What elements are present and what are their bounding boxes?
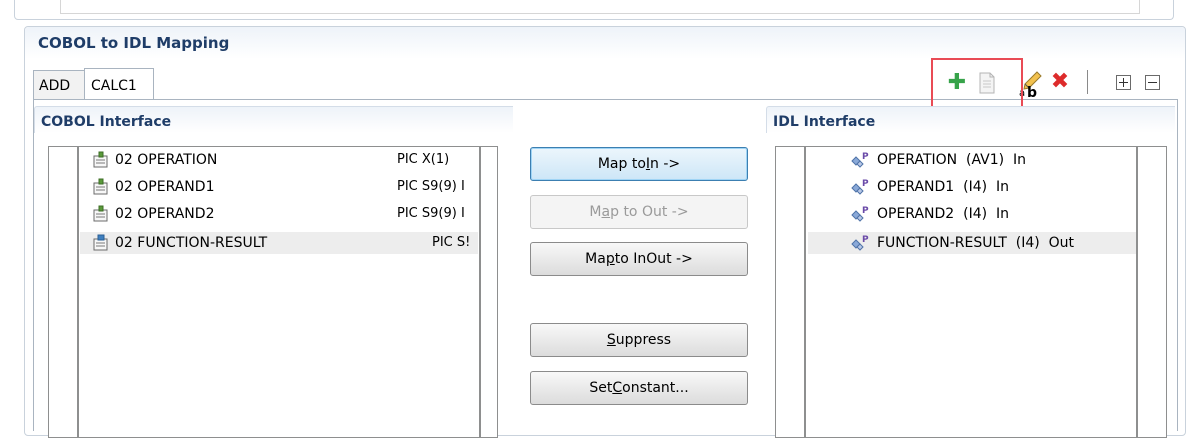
cobol-output-field-icon (93, 234, 108, 251)
list-gutter (479, 147, 481, 437)
idl-interface-title: IDL Interface (773, 114, 876, 130)
idl-row-operand2[interactable]: P OPERAND2 (I4) In (850, 203, 1009, 225)
cobol-field-name: 02 OPERATION (115, 152, 218, 168)
svg-text:P: P (862, 235, 869, 245)
svg-text:P: P (862, 152, 869, 162)
expand-all-icon[interactable] (1116, 75, 1131, 90)
cobol-field-pic: PIC S9(9) I (397, 179, 465, 194)
list-gutter (804, 147, 806, 437)
toolbar-highlight (931, 58, 1023, 109)
section-title: COBOL to IDL Mapping (38, 34, 230, 52)
list-gutter (77, 147, 79, 437)
idl-parameter-icon: P (851, 206, 869, 222)
cobol-field-icon (93, 205, 108, 222)
cobol-field-pic: PIC S9(9) I (397, 206, 465, 221)
cobol-field-icon (93, 151, 108, 168)
set-constant-button[interactable]: Set Constant... (530, 371, 748, 405)
idl-row-function-result[interactable]: P FUNCTION-RESULT (I4) Out (808, 232, 1136, 254)
idl-parameter-icon: P (851, 235, 869, 251)
cobol-field-name: 02 OPERAND2 (115, 206, 215, 222)
collapse-all-icon[interactable] (1145, 75, 1160, 90)
cobol-row-operation[interactable]: 02 OPERATION (92, 149, 428, 171)
cobol-row-operand2[interactable]: 02 OPERAND2 (92, 203, 428, 225)
idl-parameter-label: OPERAND1 (I4) In (877, 179, 1009, 195)
map-to-out-button[interactable]: Map to Out -> (530, 195, 748, 229)
idl-row-operation[interactable]: P OPERATION (AV1) In (850, 149, 1026, 171)
svg-text:P: P (862, 206, 869, 216)
idl-parameter-icon: P (851, 179, 869, 195)
cobol-row-function-result[interactable]: 02 FUNCTION-RESULT (80, 232, 478, 254)
cobol-field-pic: PIC X(1) (397, 152, 450, 167)
map-to-inout-button[interactable]: Ma p to InOut -> (530, 242, 748, 276)
map-to-in-button[interactable]: Map to In -> (530, 147, 748, 181)
toolbar-separator (1087, 70, 1088, 94)
cobol-field-name: 02 OPERAND1 (115, 179, 215, 195)
cobol-interface-title: COBOL Interface (41, 114, 172, 130)
tab-calc1[interactable]: CALC1 (84, 68, 154, 99)
list-gutter (1136, 147, 1138, 437)
idl-parameter-label: OPERAND2 (I4) In (877, 206, 1009, 222)
upper-panel-inner (60, 0, 1140, 14)
idl-row-operand1[interactable]: P OPERAND1 (I4) In (850, 176, 1009, 198)
idl-parameter-label: OPERATION (AV1) In (877, 152, 1027, 168)
tab-add[interactable]: ADD (33, 70, 85, 99)
cobol-field-name: 02 FUNCTION-RESULT (115, 235, 268, 251)
suppress-button[interactable]: Suppress (530, 323, 748, 357)
idl-parameter-label: FUNCTION-RESULT (I4) Out (877, 235, 1075, 251)
cobol-field-icon (93, 178, 108, 195)
svg-text:b: b (1027, 85, 1037, 98)
delete-icon[interactable]: ✖ (1048, 70, 1072, 94)
idl-parameter-icon: P (851, 152, 869, 168)
svg-text:P: P (862, 179, 869, 189)
cobol-row-operand1[interactable]: 02 OPERAND1 (92, 176, 428, 198)
cobol-field-pic: PIC S! (432, 235, 471, 250)
